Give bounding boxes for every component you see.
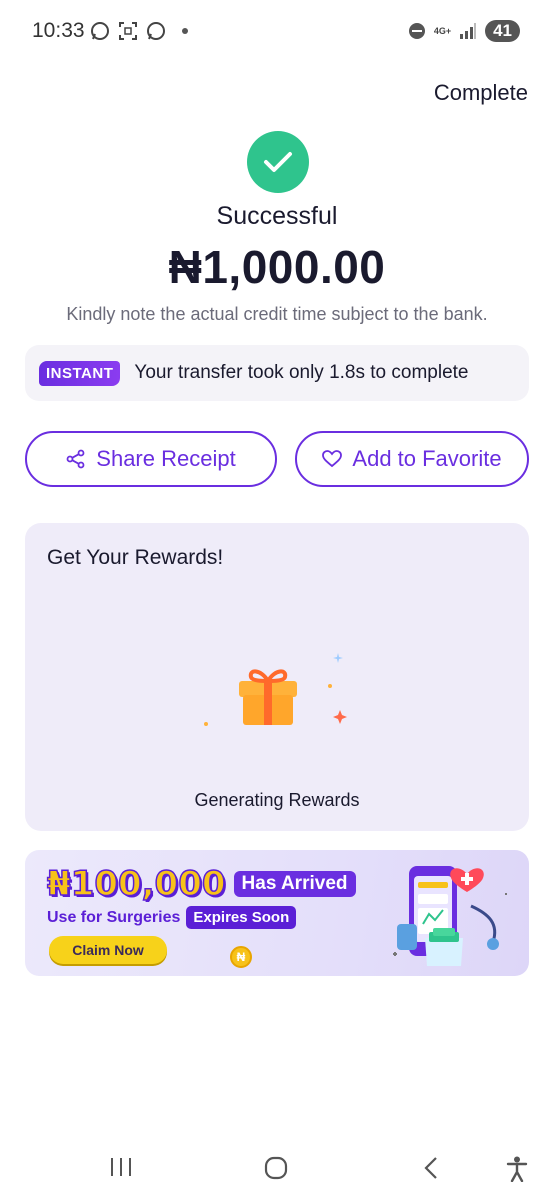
rewards-card: Get Your Rewards! Generating Rewards: [25, 523, 529, 831]
whatsapp-icon: [147, 22, 165, 40]
accessibility-icon[interactable]: [506, 1156, 528, 1182]
promo-banner[interactable]: ₦100,000 Has Arrived Use for Surgeries E…: [25, 850, 529, 976]
promo-amount: ₦100,000: [46, 863, 226, 905]
system-icons: 4G+ 41: [408, 20, 520, 42]
add-to-favorite-label: Add to Favorite: [352, 446, 502, 471]
home-icon[interactable]: [264, 1156, 288, 1180]
sparkle-icon: [204, 722, 208, 726]
notification-icons: [90, 21, 188, 41]
signal-icon: [460, 23, 477, 39]
coin-icon: ₦: [230, 946, 252, 968]
success-check-icon: [247, 131, 309, 193]
health-phone-illustration: [393, 866, 507, 966]
heart-icon: [322, 450, 343, 468]
recent-apps-icon[interactable]: [109, 1156, 133, 1178]
whatsapp-icon: [91, 22, 109, 40]
promo-headline: ₦100,000 Has Arrived: [46, 863, 356, 905]
status-bar: 10:33 4G+ 41: [0, 0, 554, 64]
rewards-status: Generating Rewards: [194, 790, 360, 810]
sparkle-icon: [328, 684, 332, 688]
back-icon[interactable]: [422, 1156, 440, 1180]
result-title: Successful: [216, 202, 338, 230]
rewards-title: Get Your Rewards!: [47, 546, 224, 569]
share-receipt-button[interactable]: Share Receipt: [25, 431, 277, 487]
do-not-disturb-icon: [408, 23, 425, 39]
promo-subtitle: Use for Surgeries: [47, 908, 181, 926]
instant-text: Your transfer took only 1.8s to complete: [134, 362, 469, 383]
sparkle-icon: [333, 710, 347, 724]
promo-arrived: Has Arrived: [233, 871, 356, 897]
promo-subtitle-row: Use for Surgeries Expires Soon: [47, 906, 297, 929]
promo-expires-badge: Expires Soon: [186, 906, 297, 929]
credit-note: Kindly note the actual credit time subje…: [66, 304, 488, 324]
transfer-amount: ₦1,000.00: [168, 241, 386, 293]
sparkle-icon: [333, 653, 343, 663]
status-time: 10:33: [32, 19, 85, 42]
screenshot-icon: [119, 22, 137, 40]
more-notifications-dot: [182, 28, 188, 34]
claim-now-button[interactable]: Claim Now: [49, 936, 167, 964]
network-type: 4G+: [433, 25, 452, 36]
add-to-favorite-button[interactable]: Add to Favorite: [295, 431, 529, 487]
battery-level: 41: [485, 20, 520, 42]
complete-button[interactable]: Complete: [434, 80, 528, 106]
instant-badge: INSTANT: [39, 360, 121, 386]
system-nav-bar: [0, 1136, 554, 1200]
share-receipt-label: Share Receipt: [96, 446, 236, 471]
gift-icon: [239, 669, 297, 725]
instant-transfer-card: INSTANT Your transfer took only 1.8s to …: [25, 345, 529, 401]
share-icon: [66, 449, 85, 469]
